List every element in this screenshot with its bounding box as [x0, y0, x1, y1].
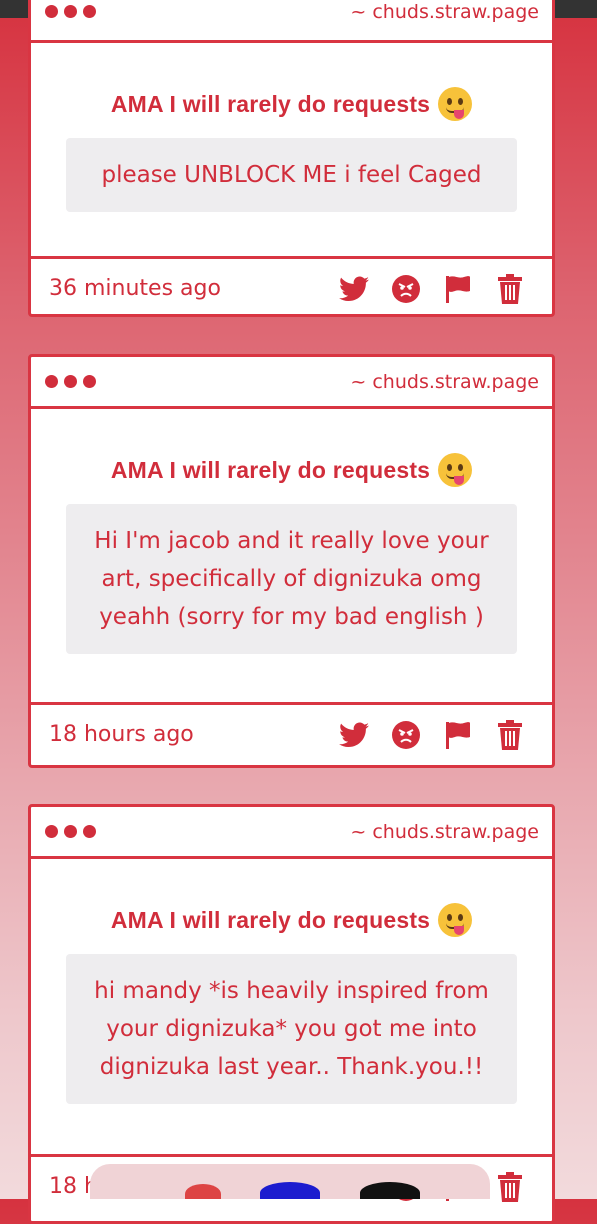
sticker-shape	[185, 1184, 221, 1199]
card-body: AMA I will rarely do requests Hi I'm jac…	[31, 409, 552, 705]
card-footer: 18 hours ago	[31, 705, 552, 764]
card-header: ~ chuds.straw.page	[31, 807, 552, 859]
card-footer: 36 minutes ago	[31, 259, 552, 318]
card-header: ~ chuds.straw.page	[31, 357, 552, 409]
card-body: AMA I will rarely do requests hi mandy *…	[31, 859, 552, 1157]
flag-icon[interactable]	[442, 719, 474, 751]
question-title: AMA I will rarely do requests	[31, 903, 552, 937]
question-text: hi mandy *is heavily inspired from your …	[66, 954, 517, 1104]
answer-card: ~ chuds.straw.page AMA I will rarely do …	[28, 0, 555, 317]
sticker-shape	[260, 1182, 320, 1199]
flag-icon[interactable]	[442, 273, 474, 305]
card-actions	[338, 719, 526, 751]
site-domain[interactable]: ~ chuds.straw.page	[350, 821, 539, 843]
trash-icon[interactable]	[494, 719, 526, 751]
question-title: AMA I will rarely do requests	[31, 453, 552, 487]
question-title: AMA I will rarely do requests	[31, 87, 552, 121]
floating-sticker-overlay	[90, 1164, 490, 1199]
site-domain[interactable]: ~ chuds.straw.page	[350, 1, 539, 23]
twitter-icon[interactable]	[338, 273, 370, 305]
card-header: ~ chuds.straw.page	[31, 0, 552, 43]
timestamp: 36 minutes ago	[49, 276, 221, 301]
question-title-text: AMA I will rarely do requests	[110, 456, 431, 483]
question-text: please UNBLOCK ME i feel Caged	[66, 138, 517, 212]
card-body: AMA I will rarely do requests please UNB…	[31, 43, 552, 259]
window-dots	[45, 5, 96, 18]
card-actions	[338, 273, 526, 305]
question-title-text: AMA I will rarely do requests	[110, 90, 431, 117]
trash-icon[interactable]	[494, 273, 526, 305]
window-dots	[45, 825, 96, 838]
sticker-shape	[360, 1182, 420, 1199]
angry-face-icon[interactable]	[390, 719, 422, 751]
angry-face-icon[interactable]	[390, 273, 422, 305]
tongue-out-emoji-icon	[438, 453, 473, 487]
timestamp: 18 hours ago	[49, 722, 194, 747]
tongue-out-emoji-icon	[438, 903, 473, 937]
question-text: Hi I'm jacob and it really love your art…	[66, 504, 517, 654]
window-dots	[45, 375, 96, 388]
site-domain[interactable]: ~ chuds.straw.page	[350, 371, 539, 393]
question-title-text: AMA I will rarely do requests	[110, 906, 431, 933]
answer-card: ~ chuds.straw.page AMA I will rarely do …	[28, 804, 555, 1224]
answer-card: ~ chuds.straw.page AMA I will rarely do …	[28, 354, 555, 768]
tongue-out-emoji-icon	[438, 87, 473, 121]
twitter-icon[interactable]	[338, 719, 370, 751]
trash-icon[interactable]	[494, 1171, 526, 1203]
